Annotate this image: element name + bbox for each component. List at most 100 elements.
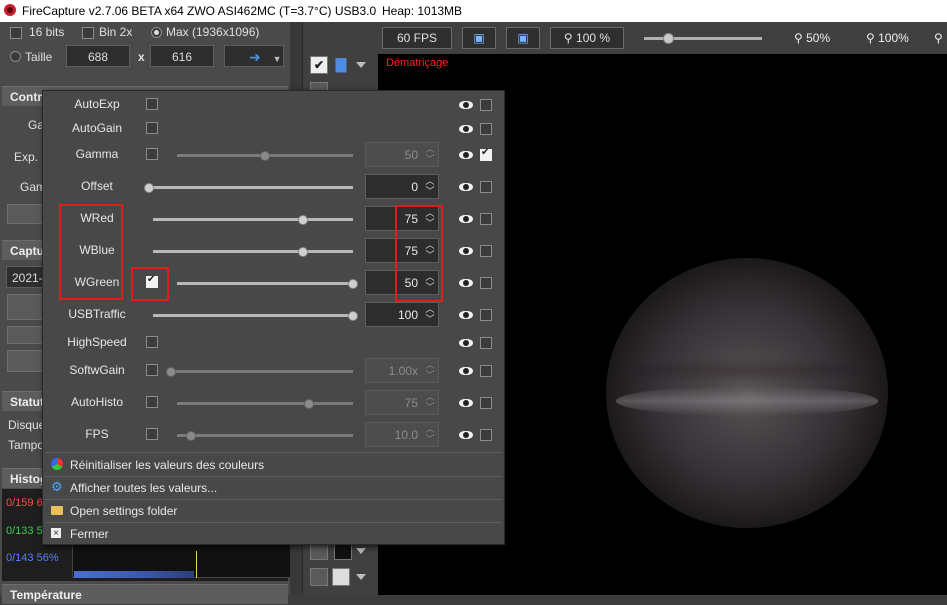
chevron-down-icon[interactable]: ﹀ (425, 187, 435, 196)
visible-checkbox-wgreen[interactable] (480, 277, 492, 289)
capture-filename-field[interactable]: 2021- (6, 266, 46, 288)
slider-offset[interactable] (149, 186, 353, 189)
visible-checkbox-highspeed[interactable] (480, 337, 492, 349)
taille-label: Taille (25, 50, 53, 64)
chevron-up-icon[interactable]: ︿ (425, 305, 435, 314)
chevron-down-icon[interactable]: ﹀ (425, 155, 435, 164)
visible-checkbox-autogain[interactable] (480, 123, 492, 135)
slider-wgreen[interactable] (177, 282, 353, 285)
height-field[interactable]: 616 (150, 45, 214, 67)
value-spinner-usbtraffic[interactable]: 100 ︿ ﹀ (365, 302, 439, 327)
visible-checkbox-wblue[interactable] (480, 245, 492, 257)
value-spinner-fps[interactable]: 10.0 ︿ ﹀ (365, 422, 439, 447)
16bits-checkbox[interactable] (10, 27, 22, 39)
size-dropdown[interactable]: ➜ ▼ (224, 45, 284, 67)
slider-fps[interactable] (177, 434, 353, 437)
visible-checkbox-usbtraffic[interactable] (480, 309, 492, 321)
param-row-softwgain: SoftwGain 1.00x ︿ ﹀ (43, 357, 504, 389)
enable-checkbox[interactable]: ✔ (310, 56, 328, 74)
controls-button[interactable] (7, 204, 43, 224)
color-reset-icon (51, 458, 63, 470)
visible-checkbox-autohisto[interactable] (480, 397, 492, 409)
chevron-down-icon: ▼ (272, 54, 282, 64)
slider-wblue[interactable] (153, 250, 353, 253)
chevron-up-icon[interactable]: ︿ (425, 393, 435, 402)
capture-settings-button[interactable] (7, 350, 43, 372)
chevron-up-icon[interactable]: ︿ (425, 145, 435, 154)
value-spinner-offset[interactable]: 0 ︿ ﹀ (365, 174, 439, 199)
visible-checkbox-gamma[interactable] (480, 147, 492, 161)
param-row-offset: Offset 0 ︿ ﹀ (43, 173, 504, 205)
overlay-swatch-icon[interactable] (332, 568, 350, 586)
close-menu-item[interactable]: × Fermer (43, 523, 504, 545)
slider-knob-gamma[interactable] (260, 151, 270, 161)
show-all-values-menu-item[interactable]: ⚙ Afficher toutes les valeurs... (43, 477, 504, 499)
auto-checkbox-autoexp[interactable] (146, 98, 158, 110)
auto-checkbox-fps[interactable] (146, 428, 158, 440)
visible-checkbox-autoexp[interactable] (480, 99, 492, 111)
overlay-checkbox[interactable] (310, 568, 328, 586)
debayer-label: Dématriçage (386, 57, 449, 69)
chevron-down-icon[interactable]: ﹀ (425, 315, 435, 324)
reset-colors-menu-item[interactable]: Réinitialiser les valeurs des couleurs (43, 454, 504, 476)
slider-knob-wblue[interactable] (298, 247, 308, 257)
slider-knob-wgreen[interactable] (348, 279, 358, 289)
chevron-down-icon[interactable]: ﹀ (425, 403, 435, 412)
slider-knob-offset[interactable] (144, 183, 154, 193)
chevron-down-icon[interactable] (356, 62, 366, 68)
monitor-icon[interactable]: ▣ (506, 27, 540, 49)
zoom-slider-knob[interactable] (663, 33, 674, 44)
slider-knob-usbtraffic[interactable] (348, 311, 358, 321)
chevron-down-icon[interactable]: ﹀ (425, 371, 435, 380)
zoom-100-button[interactable]: ⚲ 100% (866, 31, 909, 45)
histogram-icon[interactable]: ▇ (332, 56, 350, 74)
zoom-100-label: 100% (878, 31, 909, 45)
chevron-down-icon[interactable] (356, 548, 366, 554)
chevron-down-icon[interactable]: ﹀ (425, 435, 435, 444)
zoom-more-button[interactable]: ⚲ (934, 31, 943, 45)
chevron-up-icon[interactable]: ︿ (425, 177, 435, 186)
zoom-slider[interactable] (644, 37, 762, 40)
slider-wred[interactable] (153, 218, 353, 221)
taille-radio[interactable] (10, 51, 21, 62)
auto-checkbox-highspeed[interactable] (146, 336, 158, 348)
fullscreen-icon[interactable]: ▣ (462, 27, 496, 49)
slider-knob-softwgain[interactable] (166, 367, 176, 377)
planet-bright-band (616, 386, 878, 416)
value-spinner-gamma[interactable]: 50 ︿ ﹀ (365, 142, 439, 167)
capture-option-button[interactable] (7, 326, 43, 344)
slider-knob-autohisto[interactable] (304, 399, 314, 409)
slider-autohisto[interactable] (177, 402, 353, 405)
temperature-section-header[interactable]: Température (2, 584, 288, 604)
zoom-50-button[interactable]: ⚲ 50% (794, 31, 830, 45)
zoom-value: 100 % (576, 31, 611, 45)
chevron-up-icon[interactable]: ︿ (425, 425, 435, 434)
value-spinner-autohisto[interactable]: 75 ︿ ﹀ (365, 390, 439, 415)
eye-icon (459, 339, 473, 347)
slider-knob-wred[interactable] (298, 215, 308, 225)
chevron-down-icon[interactable] (356, 574, 366, 580)
capture-start-button[interactable] (7, 294, 43, 320)
auto-checkbox-autogain[interactable] (146, 122, 158, 134)
value-spinner-softwgain[interactable]: 1.00x ︿ ﹀ (365, 358, 439, 383)
auto-checkbox-softwgain[interactable] (146, 364, 158, 376)
bin2x-checkbox[interactable] (82, 27, 94, 39)
auto-checkbox-gamma[interactable] (146, 148, 158, 160)
max-radio[interactable] (151, 27, 162, 38)
chevron-up-icon[interactable]: ︿ (425, 361, 435, 370)
open-settings-folder-menu-item[interactable]: Open settings folder (43, 500, 504, 522)
auto-checkbox-autohisto[interactable] (146, 396, 158, 408)
visible-checkbox-softwgain[interactable] (480, 365, 492, 377)
visible-checkbox-wred[interactable] (480, 213, 492, 225)
app-title: FireCapture v2.7.06 BETA x64 (22, 4, 184, 18)
width-field[interactable]: 688 (66, 45, 130, 67)
slider-knob-fps[interactable] (186, 431, 197, 441)
visible-checkbox-offset[interactable] (480, 181, 492, 193)
zoom-button[interactable]: ⚲ 100 % (550, 27, 624, 49)
firecapture-logo-icon (4, 4, 16, 16)
fps-button[interactable]: 60 FPS (382, 27, 452, 49)
close-label: Fermer (70, 527, 109, 541)
slider-softwgain[interactable] (171, 370, 353, 373)
slider-usbtraffic[interactable] (153, 314, 353, 317)
visible-checkbox-fps[interactable] (480, 429, 492, 441)
